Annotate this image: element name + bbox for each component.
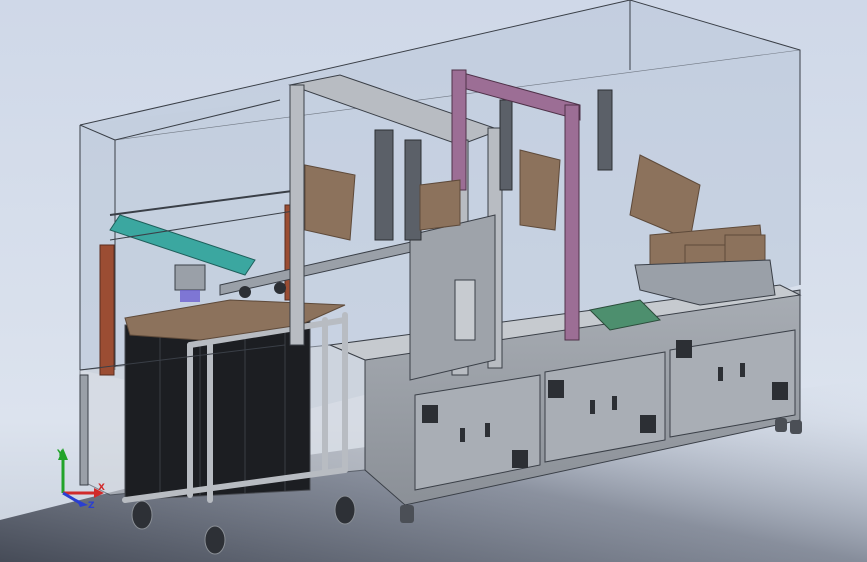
machine-3d-model[interactable]: Y X Z bbox=[0, 0, 867, 562]
axis-y-label: Y bbox=[56, 449, 64, 459]
cad-viewport[interactable]: Y X Z bbox=[0, 0, 867, 562]
axis-x-label: X bbox=[98, 483, 105, 493]
axis-z-label: Z bbox=[88, 501, 95, 511]
